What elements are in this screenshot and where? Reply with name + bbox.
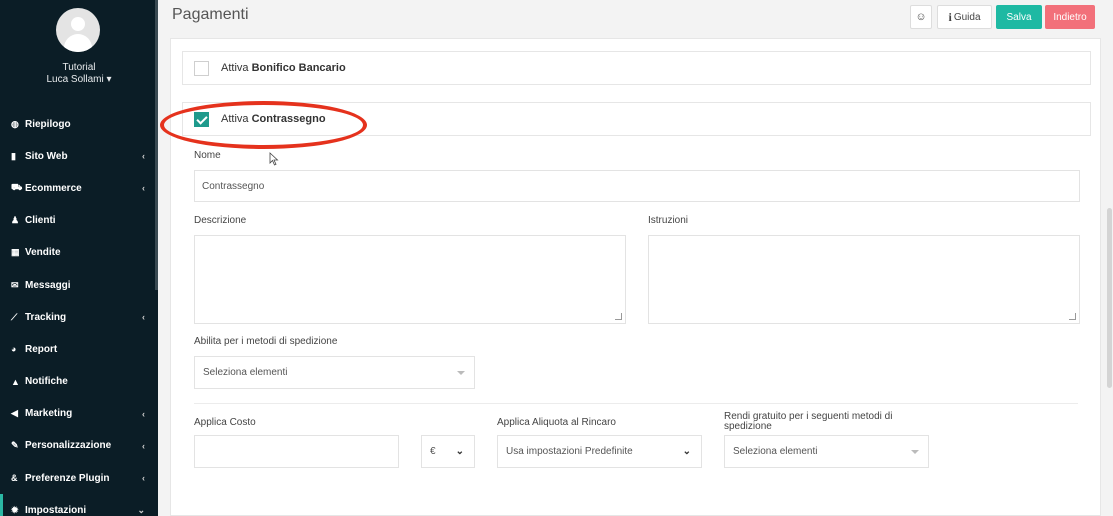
chevron-left-icon: ‹ [142, 312, 145, 323]
sidebar-item-personalizzazione[interactable]: ✎ Personalizzazione ‹ [0, 430, 158, 462]
nome-input[interactable]: Contrassegno [194, 170, 1080, 202]
file-icon: ▮ [11, 150, 16, 161]
user-menu-toggle[interactable]: Luca Sollami ▾ [0, 74, 158, 85]
currency-select[interactable]: € ⌄ [421, 435, 475, 468]
sidebar-item-messaggi[interactable]: ✉ Messaggi [0, 269, 158, 301]
sidebar-item-label: Sito Web [25, 150, 68, 162]
costo-label: Applica Costo [194, 417, 256, 428]
chevron-down-icon: ⌄ [137, 504, 145, 515]
mouse-cursor-icon [269, 152, 279, 166]
sidebar-scrollbar[interactable] [155, 0, 158, 290]
back-button[interactable]: Indietro [1045, 5, 1095, 29]
header: Pagamenti ☺ i Guida Salva Indietro [158, 0, 1113, 34]
contrassegno-name: Contrassegno [251, 113, 326, 125]
aliquota-value: Usa impostazioni Predefinite [506, 446, 633, 457]
gratuito-label: Rendi gratuito per i seguenti metodi di … [724, 411, 893, 432]
bonifico-label[interactable]: Attiva Bonifico Bancario [221, 62, 346, 74]
smile-icon: ☺ [915, 11, 927, 23]
sidebar-item-label: Messaggi [25, 279, 71, 291]
sidebar-item-label: Notifiche [25, 376, 68, 388]
sidebar: Tutorial Luca Sollami ▾ ◍ Riepilogo ▮ Sito… [0, 0, 158, 516]
sidebar-item-label: Preferenze Plugin [25, 472, 110, 484]
descrizione-textarea[interactable] [194, 235, 626, 324]
sidebar-item-sito-web[interactable]: ▮ Sito Web ‹ [0, 140, 158, 172]
sidebar-item-label: Impostazioni [25, 504, 87, 516]
sidebar-item-notifiche[interactable]: ▲ Notifiche [0, 366, 158, 398]
chevron-left-icon: ‹ [142, 183, 145, 194]
sidebar-item-preferenze-plugin[interactable]: & Preferenze Plugin ‹ [0, 462, 158, 494]
page-scrollbar[interactable] [1107, 208, 1112, 388]
spedizione-placeholder: Seleziona elementi [203, 367, 288, 378]
bonifico-name: Bonifico Bancario [251, 62, 346, 74]
sidebar-item-riepilogo[interactable]: ◍ Riepilogo [0, 108, 158, 140]
divider [194, 403, 1078, 404]
sidebar-item-ecommerce[interactable]: ⛟ Ecommerce ‹ [0, 172, 158, 204]
sidebar-item-label: Tracking [25, 311, 67, 323]
chevron-down-icon: ⌄ [455, 446, 464, 457]
sidebar-item-label: Marketing [25, 408, 73, 420]
sidebar-item-clienti[interactable]: ♟ Clienti [0, 205, 158, 237]
bonifico-checkbox[interactable] [194, 61, 209, 76]
feedback-button[interactable]: ☺ [910, 5, 932, 29]
aliquota-select[interactable]: Usa impostazioni Predefinite ⌄ [497, 435, 702, 468]
chevron-down-icon: ⌄ [682, 446, 691, 457]
plugin-icon: & [11, 473, 18, 484]
page-title: Pagamenti [172, 6, 249, 23]
megaphone-icon: ◀ [11, 408, 18, 419]
avatar[interactable] [56, 8, 100, 52]
dashboard-icon: ◍ [11, 118, 19, 129]
payment-method-bonifico: Attiva Bonifico Bancario [182, 51, 1091, 85]
gratuito-placeholder: Seleziona elementi [733, 446, 818, 457]
envelope-icon: ✉ [11, 279, 19, 290]
istruzioni-textarea[interactable] [648, 235, 1080, 324]
brush-icon: ✎ [11, 440, 19, 451]
aliquota-label: Applica Aliquota al Rincaro [497, 417, 616, 428]
avatar-body [64, 34, 92, 52]
descrizione-label: Descrizione [194, 215, 247, 226]
chart-line-icon: ⟋ [11, 311, 18, 322]
caret-down-icon [911, 449, 919, 454]
sidebar-item-label: Personalizzazione [25, 440, 112, 452]
istruzioni-label: Istruzioni [648, 215, 689, 226]
spedizione-label: Abilita per i metodi di spedizione [194, 336, 338, 347]
sidebar-menu: ◍ Riepilogo ▮ Sito Web ‹ ⛟ Ecommerce ‹ ♟ Clien… [0, 108, 158, 516]
caret-down-icon [457, 370, 465, 375]
user-account-label: Tutorial [62, 62, 96, 73]
user-icon: ♟ [11, 215, 20, 226]
sidebar-item-impostazioni[interactable]: ✹ Impostazioni ⌄ [0, 494, 158, 516]
contrassegno-label[interactable]: Attiva Contrassegno [221, 113, 326, 125]
gratuito-select[interactable]: Seleziona elementi [724, 435, 929, 468]
calculator-icon: ▦ [11, 247, 20, 258]
sidebar-item-vendite[interactable]: ▦ Vendite [0, 237, 158, 269]
bell-icon: ▲ [11, 376, 20, 387]
sidebar-item-marketing[interactable]: ◀ Marketing ‹ [0, 398, 158, 430]
cart-icon: ⛟ [11, 182, 23, 193]
sidebar-item-label: Vendite [25, 247, 61, 259]
guide-button[interactable]: i Guida [937, 5, 992, 29]
gear-icon: ✹ [11, 504, 19, 515]
pie-chart-icon: ◕ [11, 344, 17, 355]
contrassegno-prefix: Attiva [221, 113, 249, 125]
sidebar-item-label: Riepilogo [25, 118, 71, 130]
sidebar-item-label: Clienti [25, 215, 56, 227]
save-button[interactable]: Salva [996, 5, 1042, 29]
sidebar-item-tracking[interactable]: ⟋ Tracking ‹ [0, 301, 158, 333]
sidebar-item-label: Ecommerce [25, 182, 82, 194]
contrassegno-checkbox[interactable] [194, 112, 209, 127]
sidebar-item-report[interactable]: ◕ Report [0, 333, 158, 365]
avatar-head [71, 17, 85, 31]
nome-label: Nome [194, 150, 221, 161]
sidebar-item-label: Report [25, 343, 58, 355]
bonifico-prefix: Attiva [221, 62, 249, 74]
chevron-left-icon: ‹ [142, 408, 145, 419]
payment-method-contrassegno: Attiva Contrassegno [182, 102, 1091, 136]
spedizione-select[interactable]: Seleziona elementi [194, 356, 475, 389]
currency-value: € [430, 446, 436, 457]
chevron-left-icon: ‹ [142, 440, 145, 451]
costo-input[interactable] [194, 435, 399, 468]
chevron-left-icon: ‹ [142, 473, 145, 484]
guide-button-label: Guida [953, 11, 981, 23]
info-icon: i [948, 9, 952, 24]
chevron-left-icon: ‹ [142, 151, 145, 162]
